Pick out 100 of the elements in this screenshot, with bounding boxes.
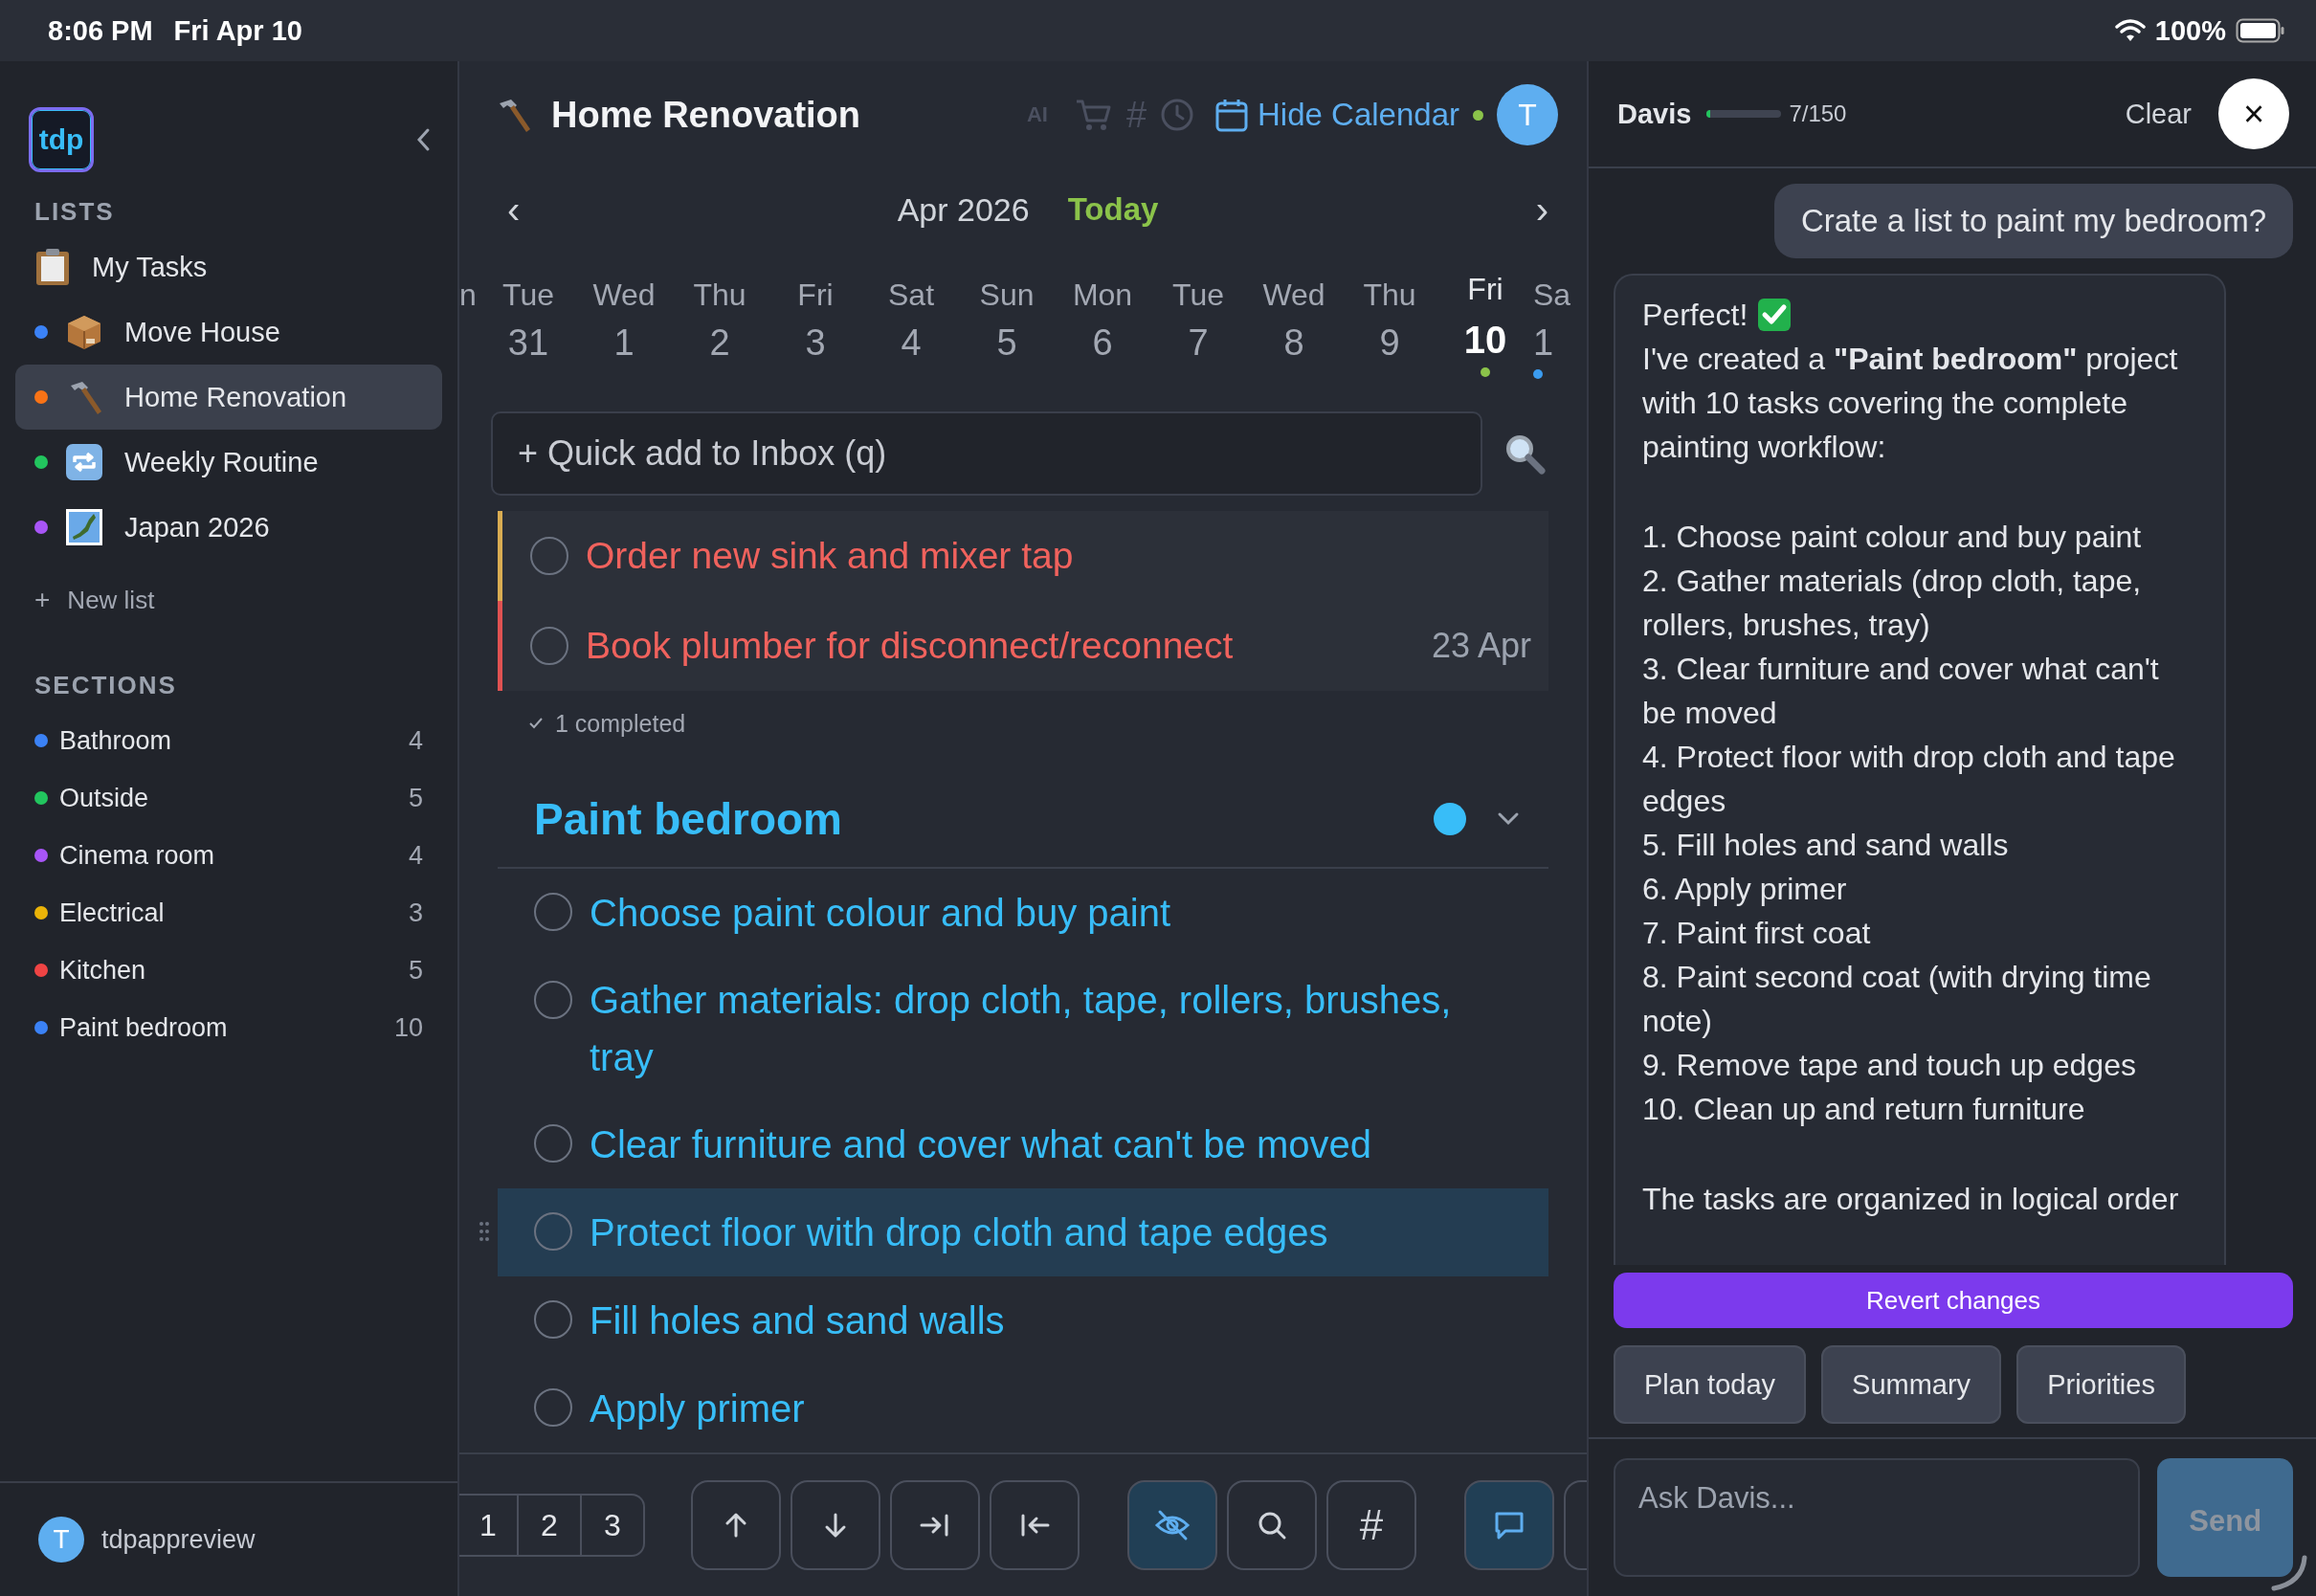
section-heading: SECTIONS — [33, 671, 178, 700]
quick-add-field[interactable]: + Quick add to Inbox (q) — [491, 411, 1482, 496]
list-item-text: 1. Choose paint colour and buy paint — [1642, 519, 2143, 556]
day-number: 5 — [996, 322, 1017, 364]
calendar-day[interactable]: Tue 31 — [480, 277, 576, 364]
section-label: Outside — [59, 783, 150, 813]
task-row[interactable]: Clear furniture and cover what can't be moved — [498, 1100, 1548, 1188]
list-item-text: 9. Remove tape and touch up edges — [1642, 1047, 2137, 1084]
calendar-day[interactable]: Fri 3 — [768, 277, 863, 364]
assistant-name: Davis — [1617, 98, 1692, 130]
calendar-day[interactable]: Wed 8 — [1246, 277, 1342, 364]
section-label: Paint bedroom — [59, 1012, 229, 1043]
task-title: Choose paint colour and buy paint — [590, 891, 1172, 936]
weekday-label: Wed — [592, 277, 656, 313]
list-item-text: 6. Apply primer — [1642, 871, 1848, 908]
list-label: Weekly Routine — [124, 446, 319, 478]
list-item-text: 10. Clean up and return furniture — [1642, 1091, 2086, 1128]
day-number: 4 — [901, 322, 922, 364]
task-row[interactable]: Apply primer — [498, 1364, 1548, 1452]
day-number: 8 — [1283, 322, 1304, 364]
list-item[interactable]: Home Renovation — [15, 365, 442, 430]
day-number: 3 — [805, 322, 826, 364]
plus-sign: + — [34, 585, 51, 615]
page-tab[interactable]: 1 — [459, 1496, 517, 1555]
day-number: 31 — [507, 322, 549, 364]
task-row[interactable]: Book plumber for disconnect/reconnect 23 Apr — [498, 601, 1548, 691]
day-number: 1 — [613, 322, 635, 364]
weekday-label: Fri — [797, 277, 834, 313]
calendar-day[interactable]: Sa 1 — [1533, 277, 1571, 379]
day-number: 2 — [709, 322, 730, 364]
close-button[interactable]: × — [2218, 78, 2289, 149]
calendar-toggle[interactable]: Hide Calendar — [1215, 97, 1459, 133]
list-item[interactable]: My Tasks — [15, 234, 442, 299]
user-name: tdpappreview — [101, 1524, 256, 1555]
section-item[interactable]: Outside 5 — [0, 769, 457, 827]
section-item[interactable]: Electrical 3 — [0, 884, 457, 942]
task-row[interactable]: Fill holes and sand walls — [498, 1276, 1548, 1364]
list-item-text: 4. Protect floor with drop cloth and tape edges — [1642, 739, 2176, 820]
calendar-day[interactable]: Sat 4 — [863, 277, 959, 364]
list-item[interactable]: Japan 2026 — [15, 495, 442, 560]
message-text: Perfect! — [1642, 297, 1748, 334]
day-number: 10 — [1463, 319, 1507, 362]
calendar-day[interactable]: Wed 1 — [576, 277, 672, 364]
list-label: Move House — [124, 316, 280, 348]
new-list-link[interactable]: New list — [67, 585, 155, 615]
next-month-button[interactable]: › — [1535, 188, 1548, 232]
toolbar-button[interactable]: # — [1326, 1480, 1416, 1570]
weekday-label: Tue — [502, 277, 554, 313]
calendar-day[interactable]: Thu 2 — [672, 277, 768, 364]
month-label: Apr 2026 — [897, 190, 1030, 229]
list-item-text: 5. Fill holes and sand walls — [1642, 827, 2010, 864]
section-item[interactable]: Kitchen 5 — [0, 942, 457, 999]
status-date: Fri Apr 10 — [173, 14, 302, 47]
calendar-day[interactable]: Thu 9 — [1342, 277, 1437, 364]
weekday-label: Tue — [1172, 277, 1224, 313]
clear-button[interactable]: Clear — [2125, 98, 2192, 130]
weekday-label: Mon — [1072, 277, 1133, 313]
task-row[interactable]: Order new sink and mixer tap — [498, 511, 1548, 601]
suggestion-chip[interactable]: Summary — [1821, 1345, 2002, 1424]
previous-month-button[interactable]: ‹ — [507, 188, 521, 232]
page-tab[interactable]: 2 — [517, 1496, 580, 1555]
message-input[interactable]: Ask Davis... — [1614, 1458, 2141, 1577]
message-text: The tasks are organized in logical order — [1642, 1181, 2180, 1218]
section-item[interactable]: Cinema room 4 — [0, 827, 457, 884]
hide-calendar-link[interactable]: Hide Calendar — [1258, 97, 1459, 133]
section-item[interactable]: Paint bedroom 10 — [0, 999, 457, 1056]
completed-count[interactable]: 1 completed — [555, 709, 686, 738]
list-item[interactable]: Weekly Routine — [15, 430, 442, 495]
task-row[interactable]: Gather materials: drop cloth, tape, rollers, brushes, tray — [498, 957, 1548, 1100]
section-label: Kitchen — [59, 955, 147, 986]
task-row[interactable]: Choose paint colour and buy paint — [498, 869, 1548, 957]
weekday-label: Wed — [1262, 277, 1325, 313]
status-time: 8:06 PM — [48, 14, 153, 47]
task-count: 5 — [408, 955, 423, 986]
list-label: Home Renovation — [124, 381, 347, 413]
task-count: 3 — [408, 898, 423, 928]
section-label: Cinema room — [59, 840, 216, 871]
new-list-button[interactable]: + New list — [0, 560, 457, 627]
section-heading: LISTS — [33, 197, 116, 227]
task-title: Clear furniture and cover what can't be moved — [590, 1122, 1372, 1167]
page-switcher[interactable]: 1 2 3 — [459, 1494, 645, 1557]
page-tab[interactable]: 3 — [580, 1496, 643, 1555]
suggestion-chip[interactable]: Priorities — [2016, 1345, 2186, 1424]
section-title: Paint bedroom — [534, 793, 844, 845]
revert-changes-button[interactable]: Revert changes — [1614, 1273, 2293, 1328]
list-item-text: 8. Paint second coat (with drying time note) — [1642, 959, 2152, 1040]
suggestion-chip[interactable]: Plan today — [1614, 1345, 1807, 1424]
calendar-day[interactable]: Tue 7 — [1150, 277, 1246, 364]
task-title: Gather materials: drop cloth, tape, rollers, brushes, tray — [590, 978, 1453, 1080]
today-button[interactable]: Today — [1067, 191, 1159, 228]
task-title: Order new sink and mixer tap — [586, 535, 1075, 577]
calendar-day[interactable]: Sun 5 — [959, 277, 1055, 364]
calendar-day[interactable]: Mon 6 — [1055, 277, 1150, 364]
weekday-label: Sa — [1533, 277, 1571, 313]
section-item[interactable]: Bathroom 4 — [0, 712, 457, 769]
list-item-text: 7. Paint first coat — [1642, 915, 1872, 952]
list-title: Home Renovation — [551, 94, 862, 136]
weekday-label: Sat — [888, 277, 934, 313]
list-item[interactable]: Move House — [15, 299, 442, 365]
completed-toggle[interactable]: 1 completed — [528, 704, 1587, 743]
